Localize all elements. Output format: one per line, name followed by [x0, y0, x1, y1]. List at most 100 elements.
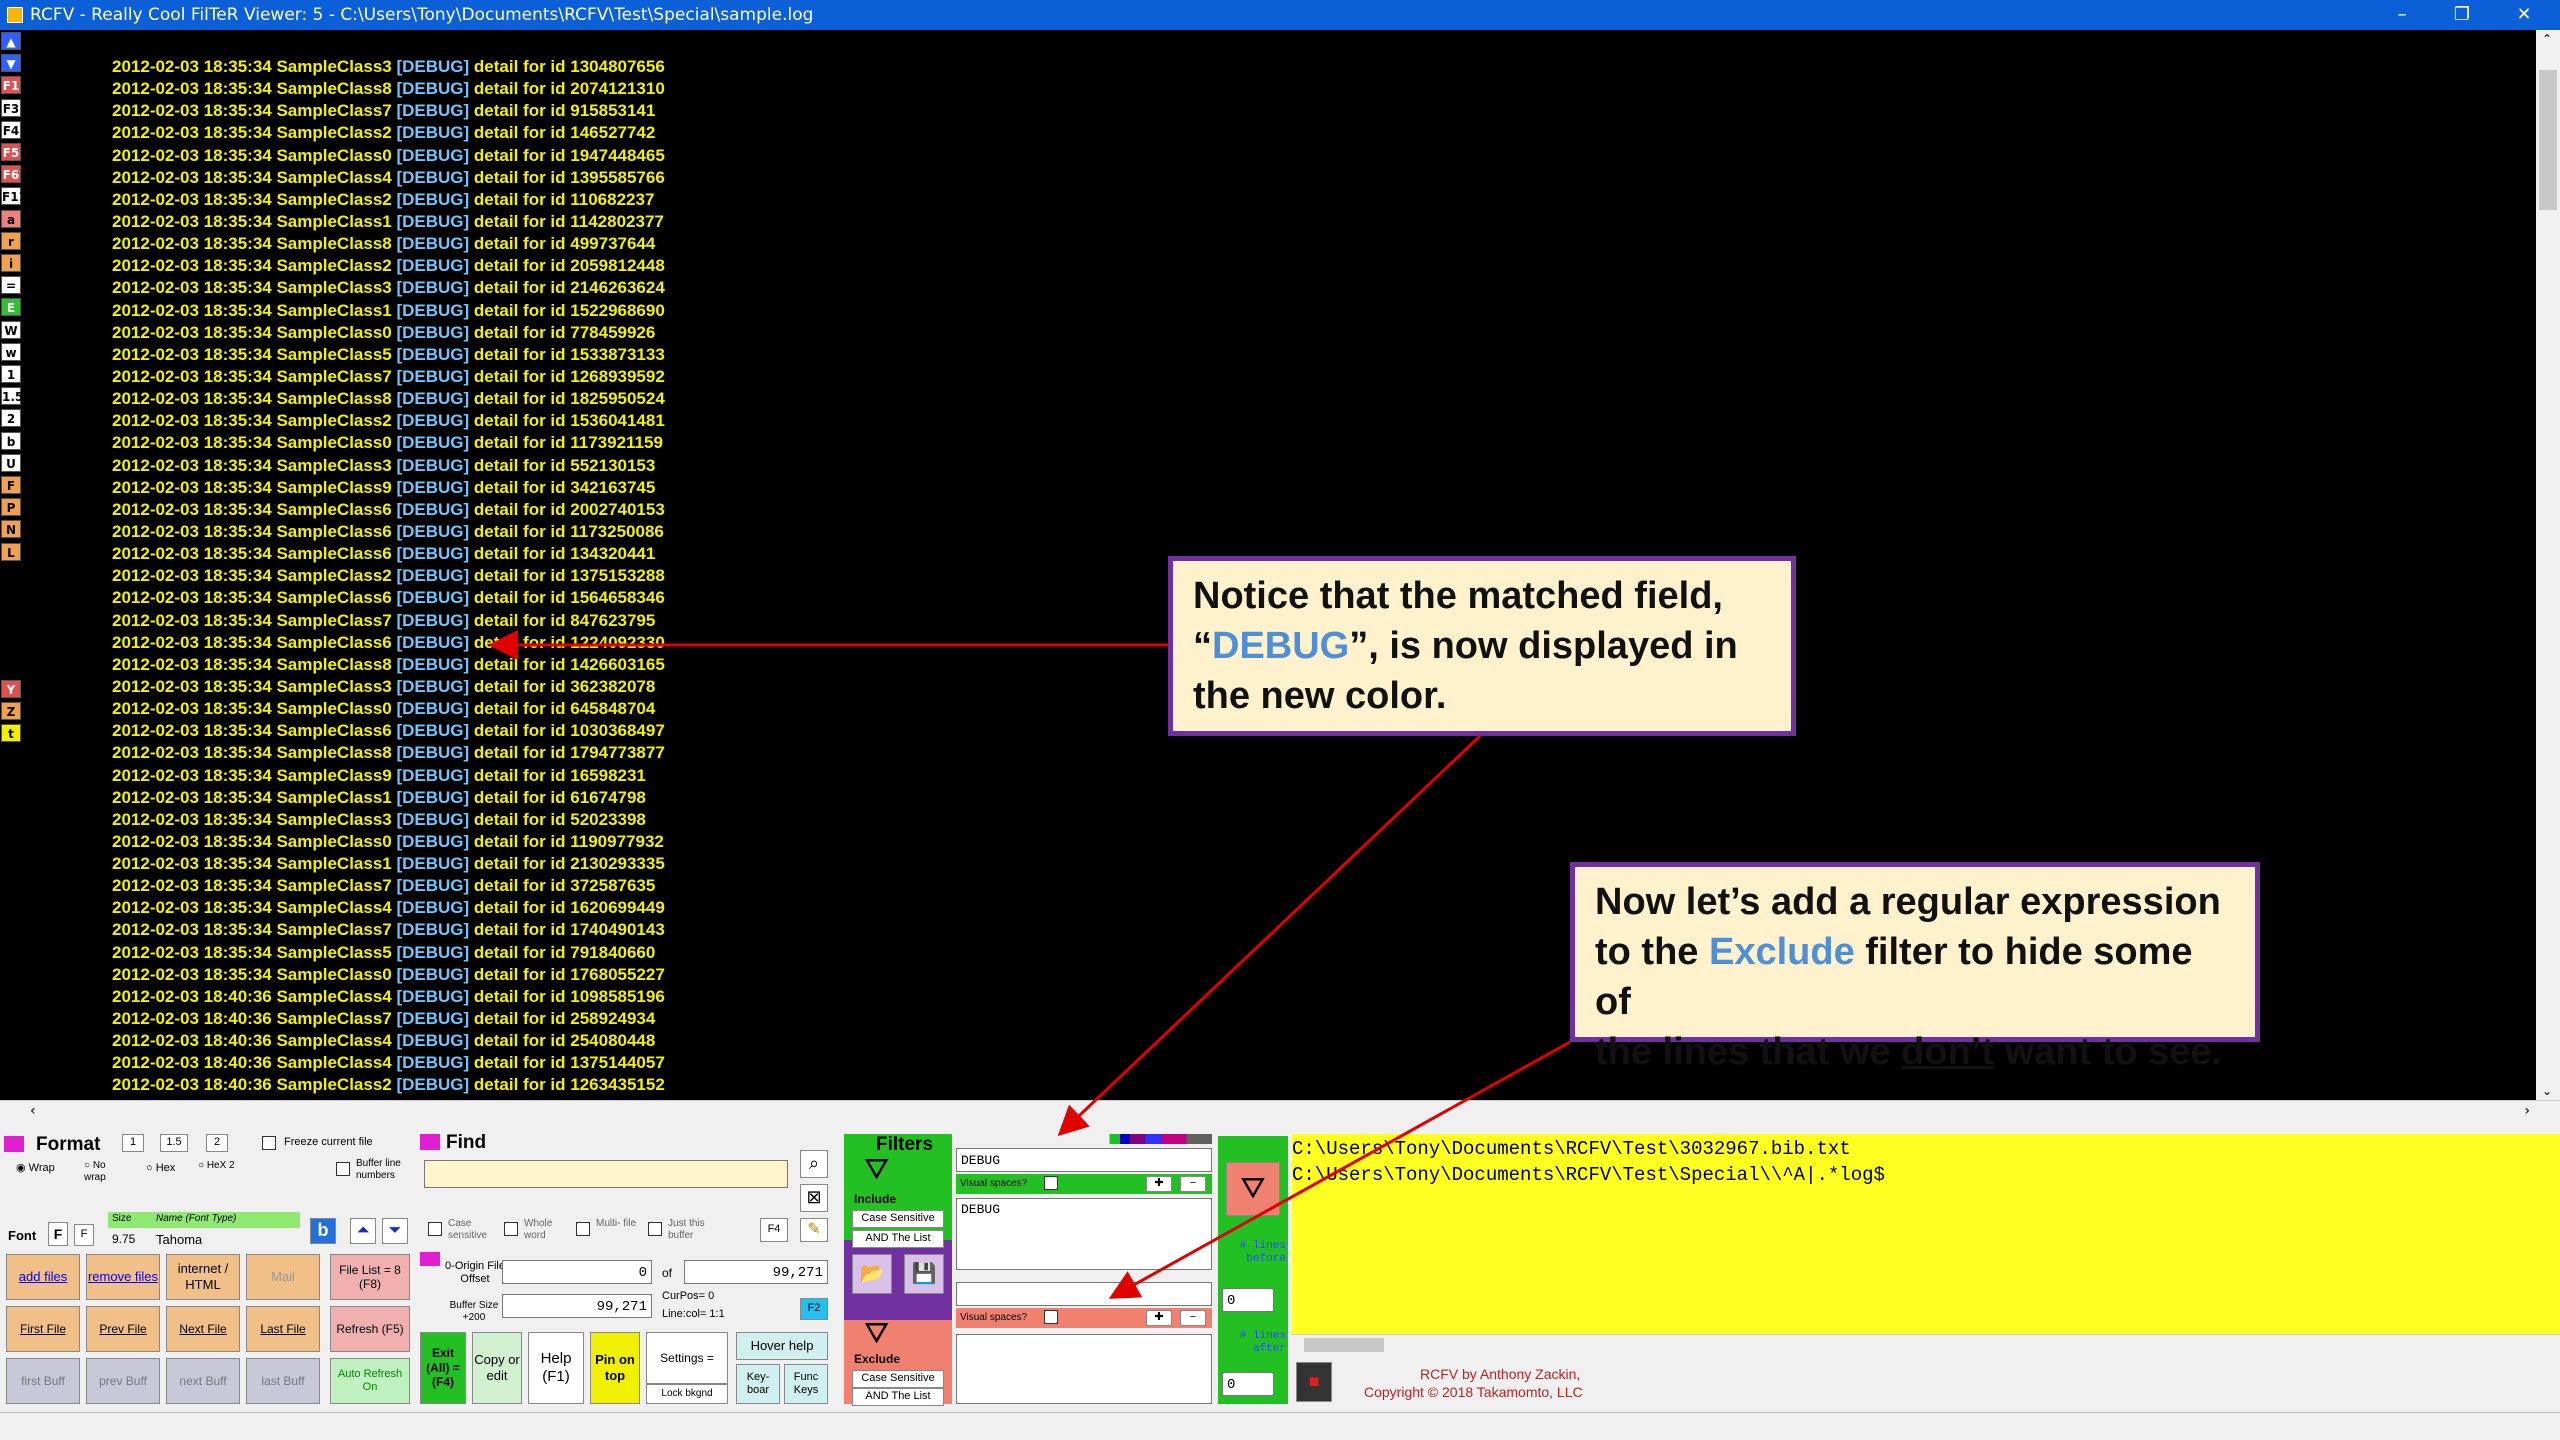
- sidebar-key[interactable]: ▲: [1, 32, 21, 50]
- color-palette[interactable]: [956, 1134, 1212, 1144]
- include-filter-input[interactable]: DEBUG: [956, 1148, 1212, 1172]
- stop-icon[interactable]: ■: [1296, 1362, 1332, 1402]
- sidebar-key[interactable]: F5: [1, 143, 21, 161]
- exit-button[interactable]: Exit (All) = (F4): [420, 1332, 466, 1404]
- sidebar-key[interactable]: w: [1, 342, 21, 361]
- sidebar-key[interactable]: F6: [1, 165, 21, 184]
- hover-help-button[interactable]: Hover help: [736, 1332, 828, 1360]
- include-visual-spaces-checkbox[interactable]: [1044, 1176, 1058, 1190]
- file-list-button[interactable]: File List = 8 (F8): [330, 1254, 410, 1300]
- size-1-5-button[interactable]: 1.5: [160, 1134, 188, 1152]
- font-size-value[interactable]: 9.75: [112, 1232, 135, 1246]
- freeze-checkbox[interactable]: [262, 1136, 276, 1150]
- sidebar-key[interactable]: L: [1, 542, 21, 561]
- prev-file-button[interactable]: Prev File: [86, 1306, 160, 1352]
- sidebar-key[interactable]: 1: [1, 365, 21, 383]
- scroll-top-icon[interactable]: ⏶: [350, 1218, 376, 1244]
- bold-button[interactable]: b: [310, 1218, 336, 1244]
- settings-button[interactable]: Settings =: [646, 1332, 728, 1384]
- copy-edit-button[interactable]: Copy or edit: [472, 1332, 522, 1404]
- sidebar-key[interactable]: P: [1, 498, 21, 517]
- font-bigger-button[interactable]: F: [48, 1222, 68, 1246]
- exclude-add-icon[interactable]: ✚: [1146, 1310, 1172, 1326]
- sidebar-key[interactable]: U: [1, 453, 21, 472]
- scroll-bottom-icon[interactable]: ⏷: [382, 1218, 408, 1244]
- file-list-item[interactable]: C:\Users\Tony\Documents\RCFV\Test\303296…: [1292, 1136, 1851, 1162]
- include-case-button[interactable]: Case Sensitive: [852, 1210, 944, 1228]
- font-smaller-button[interactable]: F: [74, 1224, 94, 1246]
- scroll-thumb[interactable]: [2539, 70, 2557, 210]
- auto-refresh-button[interactable]: Auto Refresh On: [330, 1358, 410, 1404]
- last-buff-button[interactable]: last Buff: [246, 1358, 320, 1404]
- file-list[interactable]: C:\Users\Tony\Documents\RCFV\Test\303296…: [1292, 1134, 2560, 1334]
- wrap-radio[interactable]: ◉ Wrap: [16, 1162, 55, 1175]
- include-filter-list[interactable]: DEBUG: [956, 1198, 1212, 1270]
- sidebar-key[interactable]: =: [1, 276, 21, 295]
- sidebar-key[interactable]: 1.5: [1, 387, 23, 406]
- clear-find-icon[interactable]: ⊠: [800, 1184, 828, 1212]
- sidebar-key[interactable]: Y: [1, 680, 21, 698]
- exclude-remove-icon[interactable]: −: [1180, 1310, 1206, 1326]
- sidebar-key[interactable]: E: [1, 298, 21, 317]
- save-filter-icon[interactable]: 💾: [904, 1254, 944, 1294]
- lines-before-input[interactable]: 0: [1222, 1288, 1274, 1312]
- file-list-item[interactable]: C:\Users\Tony\Documents\RCFV\Test\Specia…: [1292, 1162, 1885, 1188]
- exclude-case-button[interactable]: Case Sensitive: [852, 1370, 944, 1388]
- hex-radio[interactable]: ○ Hex: [146, 1162, 175, 1175]
- f4-button[interactable]: F4: [760, 1218, 788, 1242]
- exclude-funnel-icon[interactable]: ⛛: [864, 1316, 889, 1352]
- sidebar-key[interactable]: N: [1, 520, 21, 539]
- sidebar-key[interactable]: b: [1, 431, 21, 450]
- sidebar-key[interactable]: W: [1, 320, 21, 339]
- nowrap-radio[interactable]: ○ No wrap: [84, 1160, 124, 1184]
- first-file-button[interactable]: First File: [6, 1306, 80, 1352]
- include-and-button[interactable]: AND The List: [852, 1230, 944, 1248]
- close-button[interactable]: ✕: [2494, 0, 2554, 30]
- sidebar-key[interactable]: r: [1, 231, 21, 250]
- mail-button[interactable]: Mail: [246, 1254, 320, 1300]
- lines-after-input[interactable]: 0: [1222, 1372, 1274, 1396]
- help-button[interactable]: Help (F1): [528, 1332, 584, 1404]
- sidebar-key[interactable]: F11: [1, 187, 27, 206]
- binoculars-icon[interactable]: ⌕: [800, 1150, 828, 1178]
- font-name-value[interactable]: Tahoma: [156, 1232, 202, 1248]
- next-buff-button[interactable]: next Buff: [166, 1358, 240, 1404]
- apply-filter-icon[interactable]: ⛛: [1226, 1162, 1280, 1216]
- sidebar-key[interactable]: F: [1, 476, 21, 494]
- minimize-button[interactable]: –: [2372, 0, 2432, 30]
- whole-word-checkbox[interactable]: [504, 1222, 518, 1236]
- scroll-up-icon[interactable]: ⌃: [2542, 32, 2552, 46]
- size-1-button[interactable]: 1: [122, 1134, 144, 1152]
- sidebar-key[interactable]: 2: [1, 409, 21, 428]
- file-list-scrollbar[interactable]: [1292, 1334, 2560, 1354]
- exclude-visual-spaces-checkbox[interactable]: [1044, 1310, 1058, 1324]
- lock-background-button[interactable]: Lock bkgnd: [646, 1384, 728, 1404]
- next-file-button[interactable]: Next File: [166, 1306, 240, 1352]
- func-keys-button[interactable]: Func Keys: [784, 1364, 828, 1404]
- sidebar-key[interactable]: a: [1, 209, 21, 228]
- sidebar-key[interactable]: F4: [1, 120, 21, 139]
- file-list-scroll-thumb[interactable]: [1304, 1338, 1384, 1352]
- last-file-button[interactable]: Last File: [246, 1306, 320, 1352]
- sidebar-key[interactable]: ▼: [1, 54, 21, 73]
- scroll-left-icon[interactable]: ‹: [30, 1103, 36, 1119]
- scroll-right-icon[interactable]: ›: [2524, 1103, 2530, 1119]
- size-2-button[interactable]: 2: [206, 1134, 228, 1152]
- sidebar-key[interactable]: F1: [1, 76, 21, 95]
- case-sensitive-checkbox[interactable]: [428, 1222, 442, 1236]
- open-filter-icon[interactable]: 📂: [852, 1254, 892, 1294]
- internet-html-button[interactable]: internet / HTML: [166, 1254, 240, 1300]
- multi-file-checkbox[interactable]: [576, 1222, 590, 1236]
- sidebar-key[interactable]: t: [1, 724, 21, 743]
- exclude-filter-list[interactable]: [956, 1334, 1212, 1404]
- find-input[interactable]: [424, 1160, 788, 1188]
- sidebar-key[interactable]: F3: [1, 98, 21, 117]
- buffer-line-numbers-checkbox[interactable]: [336, 1162, 350, 1176]
- sidebar-key[interactable]: i: [1, 254, 21, 272]
- file-offset-input[interactable]: 0: [502, 1260, 652, 1284]
- f2-button[interactable]: F2: [800, 1298, 828, 1320]
- include-add-icon[interactable]: ✚: [1146, 1176, 1172, 1192]
- pin-on-top-button[interactable]: Pin on top: [590, 1332, 640, 1404]
- exclude-filter-input[interactable]: [956, 1282, 1212, 1306]
- exclude-and-button[interactable]: AND The List: [852, 1388, 944, 1406]
